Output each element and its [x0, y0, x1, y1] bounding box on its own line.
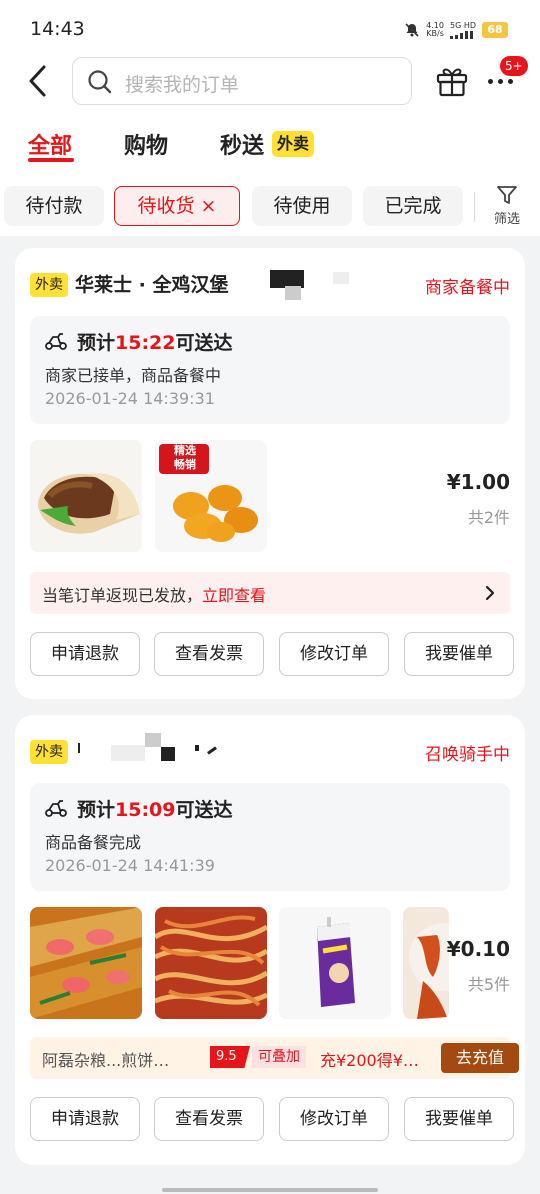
product-thumbnail-wrap[interactable]	[30, 440, 142, 552]
search-input[interactable]: 搜索我的订单	[72, 57, 412, 105]
cashback-banner[interactable]: 当笔订单返现已发放，立即查看	[30, 572, 510, 614]
status-time: 14:43	[30, 18, 85, 40]
home-indicator[interactable]	[162, 1188, 378, 1192]
delivery-info: 预计15:22可送达 商家已接单，商品备餐中 2026-01-24 14:39:…	[30, 316, 510, 424]
invoice-button[interactable]: 查看发票	[154, 1097, 264, 1141]
filter-divider	[474, 192, 475, 222]
filter-completed[interactable]: 已完成	[363, 186, 463, 226]
battery-icon: 68	[482, 22, 508, 38]
order-status: 商家备餐中	[425, 278, 510, 298]
bestseller-badge: 精选 畅销	[174, 444, 196, 471]
noodles-image	[155, 907, 267, 1019]
product-thumbnail-partial[interactable]	[403, 907, 449, 1019]
urge-order-button[interactable]: 我要催单	[404, 1097, 514, 1141]
redacted-block	[285, 286, 301, 300]
gift-icon	[436, 68, 468, 97]
takeout-tag: 外卖	[30, 273, 68, 297]
urge-order-button[interactable]: 我要催单	[404, 632, 514, 676]
product-thumbnail-drink[interactable]	[279, 907, 391, 1019]
shop-name[interactable]: 华莱士 · 全鸡汉堡	[75, 270, 228, 297]
item-count: 共2件	[467, 508, 510, 527]
order-card[interactable]: 外卖 华莱士 · 全鸡汉堡 商家备餐中 预计15:22可送达 商家已接单，商品备…	[15, 248, 525, 699]
status-bar: 14:43 4.10 KB/s 5G HD 68	[0, 0, 540, 56]
product-thumbnail-noodles[interactable]	[155, 907, 267, 1019]
status-icons: 4.10 KB/s 5G HD 68	[404, 19, 508, 41]
eta-time: 15:22	[115, 332, 176, 354]
funnel-icon	[497, 186, 517, 204]
signal-icon: 5G HD	[449, 20, 476, 39]
filter-pending-use[interactable]: 待使用	[252, 186, 352, 226]
tab-active-indicator	[28, 158, 74, 162]
filter-label: 筛选	[493, 212, 520, 227]
promo-shop-name: 阿磊杂粮...煎饼…	[42, 1051, 170, 1070]
redacted-block	[333, 272, 349, 284]
pancake-image	[30, 907, 142, 1019]
modify-order-button[interactable]: 修改订单	[279, 632, 389, 676]
order-card[interactable]: 外卖 召唤骑手中 预计15:09可送达 商品备餐完成 2026-01-24 14…	[15, 715, 525, 1165]
redacted-block	[207, 746, 217, 755]
signal-label: 5G HD	[449, 20, 476, 30]
eta-text: 预计15:22可送达	[77, 332, 233, 354]
cashback-text: 当笔订单返现已发放，立即查看	[42, 586, 267, 605]
redacted-block	[195, 745, 199, 751]
redacted-block	[161, 747, 175, 761]
tab-shopping[interactable]: 购物	[124, 128, 168, 160]
redacted-block	[78, 743, 80, 753]
redacted-block	[145, 733, 161, 747]
search-icon	[88, 70, 112, 94]
recharge-button[interactable]: 去充值	[441, 1043, 519, 1073]
mute-icon	[405, 23, 419, 37]
net-speed: 4.10 KB/s	[426, 21, 444, 38]
tab-takeout-tag: 外卖	[272, 131, 315, 157]
product-thumbnail-pancake[interactable]	[30, 907, 142, 1019]
recharge-promo-banner[interactable]: 阿磊杂粮...煎饼… 9.5 可叠加 充¥200得¥… 去充值	[30, 1037, 519, 1079]
modify-order-button[interactable]: 修改订单	[279, 1097, 389, 1141]
invoice-button[interactable]: 查看发票	[154, 632, 264, 676]
discount-tag: 9.5	[210, 1046, 250, 1068]
item-count: 共5件	[467, 975, 510, 994]
stackable-tag: 可叠加	[252, 1046, 306, 1068]
order-price: ¥0.10	[446, 937, 510, 961]
notification-badge: 5+	[500, 56, 528, 76]
product-thumbnail-nuggets[interactable]: 精选 畅销	[155, 440, 267, 552]
eta-text: 预计15:09可送达	[77, 799, 233, 821]
gift-button[interactable]	[434, 63, 470, 99]
recharge-offer-text: 充¥200得¥…	[320, 1051, 419, 1070]
chevron-right-icon	[485, 585, 495, 601]
delivery-info: 预计15:09可送达 商品备餐完成 2026-01-24 14:41:39	[30, 783, 510, 891]
scooter-icon	[45, 800, 67, 817]
scooter-icon	[45, 333, 67, 350]
tab-instant-delivery[interactable]: 秒送	[220, 128, 264, 160]
wrap-image	[30, 440, 142, 552]
refund-button[interactable]: 申请退款	[30, 632, 140, 676]
back-button[interactable]	[24, 64, 54, 98]
eta-time: 15:09	[115, 799, 176, 821]
order-status: 召唤骑手中	[425, 745, 510, 765]
order-time: 2026-01-24 14:39:31	[45, 389, 215, 408]
redacted-block	[111, 745, 145, 761]
food-image	[403, 907, 449, 1019]
more-dots-icon	[488, 79, 513, 84]
chevron-left-icon	[29, 65, 46, 97]
search-placeholder: 搜索我的订单	[125, 74, 240, 96]
takeout-tag: 外卖	[30, 740, 68, 764]
order-progress: 商品备餐完成	[45, 833, 142, 852]
order-progress: 商家已接单，商品备餐中	[45, 366, 222, 385]
filter-pending-payment[interactable]: 待付款	[4, 186, 104, 226]
tab-all[interactable]: 全部	[28, 128, 72, 160]
refund-button[interactable]: 申请退款	[30, 1097, 140, 1141]
filter-button[interactable]: 筛选	[484, 182, 530, 230]
filter-pending-receipt[interactable]: 待收货 ×	[114, 186, 240, 226]
drink-box-image	[279, 907, 391, 1019]
order-time: 2026-01-24 14:41:39	[45, 856, 215, 875]
view-now-link: 立即查看	[202, 586, 267, 605]
order-price: ¥1.00	[446, 470, 510, 494]
